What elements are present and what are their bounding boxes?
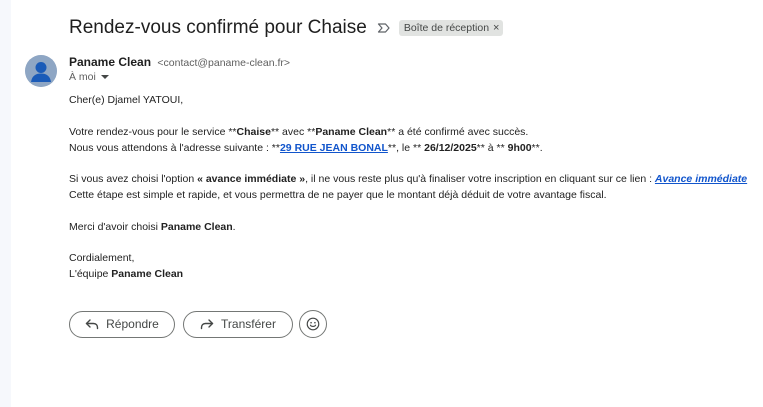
body-text: Nous vous attendons à l'adresse suivante… xyxy=(69,141,280,154)
emoji-reaction-button[interactable] xyxy=(299,310,327,338)
body-line-2: Nous vous attendons à l'adresse suivante… xyxy=(69,140,747,156)
address-link[interactable]: 29 RUE JEAN BONAL xyxy=(280,142,388,154)
body-line-1: Votre rendez-vous pour le service **Chai… xyxy=(69,124,747,140)
body-text: Si vous avez choisi l'option xyxy=(69,173,198,185)
subject-row: Rendez-vous confirmé pour Chaise Boîte d… xyxy=(69,14,504,42)
importance-marker-icon[interactable] xyxy=(377,21,391,35)
reply-button[interactable]: Répondre xyxy=(69,310,175,338)
company-name: Paname Clean xyxy=(160,220,233,233)
email-subject: Rendez-vous confirmé pour Chaise xyxy=(69,17,367,38)
smiley-face-icon xyxy=(306,317,320,331)
recipient-details-toggle[interactable]: À moi xyxy=(69,71,109,83)
default-person-avatar-icon xyxy=(25,55,57,87)
email-reading-pane: Rendez-vous confirmé pour Chaise Boîte d… xyxy=(11,0,763,407)
recipient-label: À moi xyxy=(69,71,96,83)
avance-immediate-link[interactable]: Avance immédiate xyxy=(655,173,747,185)
signature-text: L'équipe xyxy=(69,268,112,280)
body-text: . xyxy=(232,220,236,233)
greeting-line: Cher(e) Djamel YATOUI, xyxy=(69,92,747,108)
body-text: **, le ** xyxy=(387,141,425,154)
service-name: Chaise xyxy=(236,125,271,138)
inbox-label-text: Boîte de réception xyxy=(403,22,490,34)
company-name: Paname Clean xyxy=(111,268,184,280)
option-name: « avance immédiate » xyxy=(197,173,306,185)
signature-line: L'équipe Paname Clean xyxy=(69,266,747,282)
body-text: ** avec ** xyxy=(270,125,316,138)
closing-line: Cordialement, xyxy=(69,250,747,266)
email-actions: Répondre Transférer xyxy=(69,310,327,338)
appointment-date: 26/12/2025 xyxy=(424,141,477,154)
sender-avatar xyxy=(25,55,57,87)
body-text: Votre rendez-vous pour le service ** xyxy=(69,125,237,138)
forward-button[interactable]: Transférer xyxy=(183,310,293,338)
body-text: ** à ** xyxy=(476,141,508,154)
chevron-down-icon[interactable] xyxy=(100,75,109,79)
remove-label-icon[interactable]: × xyxy=(493,22,499,34)
appointment-time: 9h00 xyxy=(507,141,532,154)
body-text: **. xyxy=(531,141,543,154)
body-line-3: Si vous avez choisi l'option « avance im… xyxy=(69,171,747,187)
sender-name: Paname Clean xyxy=(69,55,152,69)
sender-row: Paname Clean <contact@paname-clean.fr> xyxy=(69,55,290,69)
body-line-4: Cette étape est simple et rapide, et vou… xyxy=(69,187,747,203)
body-text: , il ne vous reste plus qu'à finaliser v… xyxy=(305,173,655,185)
reply-arrow-icon xyxy=(85,319,99,330)
body-text: Cette étape est simple et rapide, et vou… xyxy=(69,189,607,201)
company-name: Paname Clean xyxy=(315,125,388,138)
forward-label: Transférer xyxy=(221,317,276,331)
body-line-5: Merci d'avoir choisi Paname Clean. xyxy=(69,219,747,235)
inbox-label-chip[interactable]: Boîte de réception × xyxy=(398,20,504,36)
sender-email: <contact@paname-clean.fr> xyxy=(157,57,291,69)
body-text: Merci d'avoir choisi xyxy=(69,220,161,233)
reply-label: Répondre xyxy=(106,317,159,331)
forward-arrow-icon xyxy=(200,319,214,330)
body-text: ** a été confirmé avec succès. xyxy=(387,125,529,138)
email-body: Cher(e) Djamel YATOUI, Votre rendez-vous… xyxy=(69,92,747,282)
greeting-text: Cher(e) Djamel YATOUI, xyxy=(69,94,184,106)
closing-text: Cordialement, xyxy=(69,252,135,264)
